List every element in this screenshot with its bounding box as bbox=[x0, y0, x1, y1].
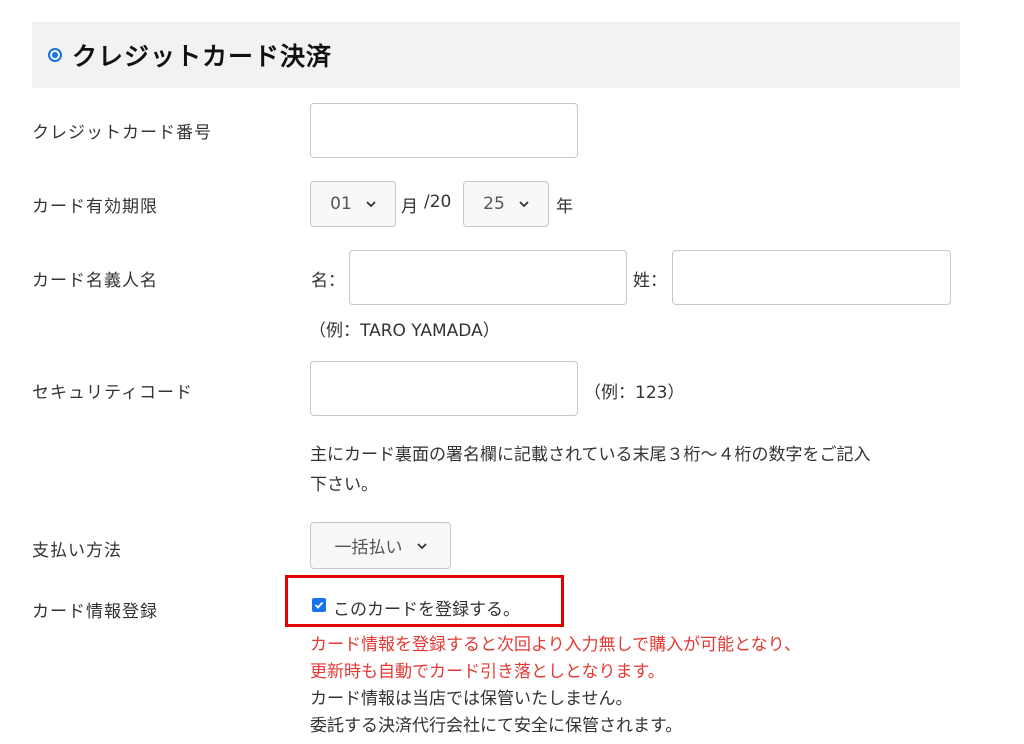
payment-method-select[interactable]: 一括払い bbox=[310, 522, 451, 569]
first-name-input[interactable] bbox=[349, 250, 627, 305]
expiry-year-value: 25 bbox=[483, 194, 505, 214]
radio-selected-icon[interactable] bbox=[48, 48, 62, 62]
chevron-down-icon bbox=[416, 542, 427, 549]
register-warning-line2: 更新時も自動でカード引き落としとなります。 bbox=[310, 662, 665, 682]
card-number-input[interactable] bbox=[310, 103, 578, 158]
section-header: クレジットカード決済 bbox=[32, 22, 960, 88]
last-name-input[interactable] bbox=[672, 250, 951, 305]
security-example: （例：123） bbox=[584, 383, 685, 403]
expiry-month-value: 01 bbox=[330, 194, 352, 214]
register-checkbox[interactable] bbox=[312, 598, 326, 612]
security-label: セキュリティコード bbox=[32, 383, 193, 403]
expiry-year-unit: 年 bbox=[556, 197, 573, 217]
security-note-line2: 下さい。 bbox=[310, 475, 378, 495]
expiry-month-select[interactable]: 01 bbox=[310, 181, 396, 227]
security-code-input[interactable] bbox=[310, 361, 578, 416]
register-checkbox-label[interactable]: このカードを登録する。 bbox=[333, 595, 520, 620]
security-note-line1: 主にカード裏面の署名欄に記載されている末尾３桁～４桁の数字をご記入 bbox=[310, 445, 871, 465]
register-warning-line1: カード情報を登録すると次回より入力無しで購入が可能となり、 bbox=[310, 635, 801, 655]
expiry-month-unit: 月 bbox=[401, 197, 418, 217]
register-info-line2: 委託する決済代行会社にて安全に保管されます。 bbox=[310, 716, 683, 736]
chevron-down-icon bbox=[519, 201, 529, 208]
expiry-label: カード有効期限 bbox=[32, 197, 158, 217]
payment-method-value: 一括払い bbox=[334, 538, 403, 558]
payment-label: 支払い方法 bbox=[32, 541, 122, 561]
expiry-year-prefix: /20 bbox=[424, 192, 452, 212]
card-number-label: クレジットカード番号 bbox=[32, 123, 212, 143]
checkmark-icon bbox=[314, 601, 324, 609]
first-name-label: 名： bbox=[311, 271, 345, 291]
register-info-line1: カード情報は当店では保管いたしません。 bbox=[310, 689, 633, 709]
section-title: クレジットカード決済 bbox=[72, 42, 333, 71]
holder-example: （例：TARO YAMADA） bbox=[309, 321, 500, 341]
chevron-down-icon bbox=[366, 201, 376, 208]
holder-label: カード名義人名 bbox=[32, 271, 158, 291]
register-label: カード情報登録 bbox=[32, 602, 158, 622]
expiry-year-select[interactable]: 25 bbox=[463, 181, 549, 227]
last-name-label: 姓： bbox=[633, 271, 667, 291]
